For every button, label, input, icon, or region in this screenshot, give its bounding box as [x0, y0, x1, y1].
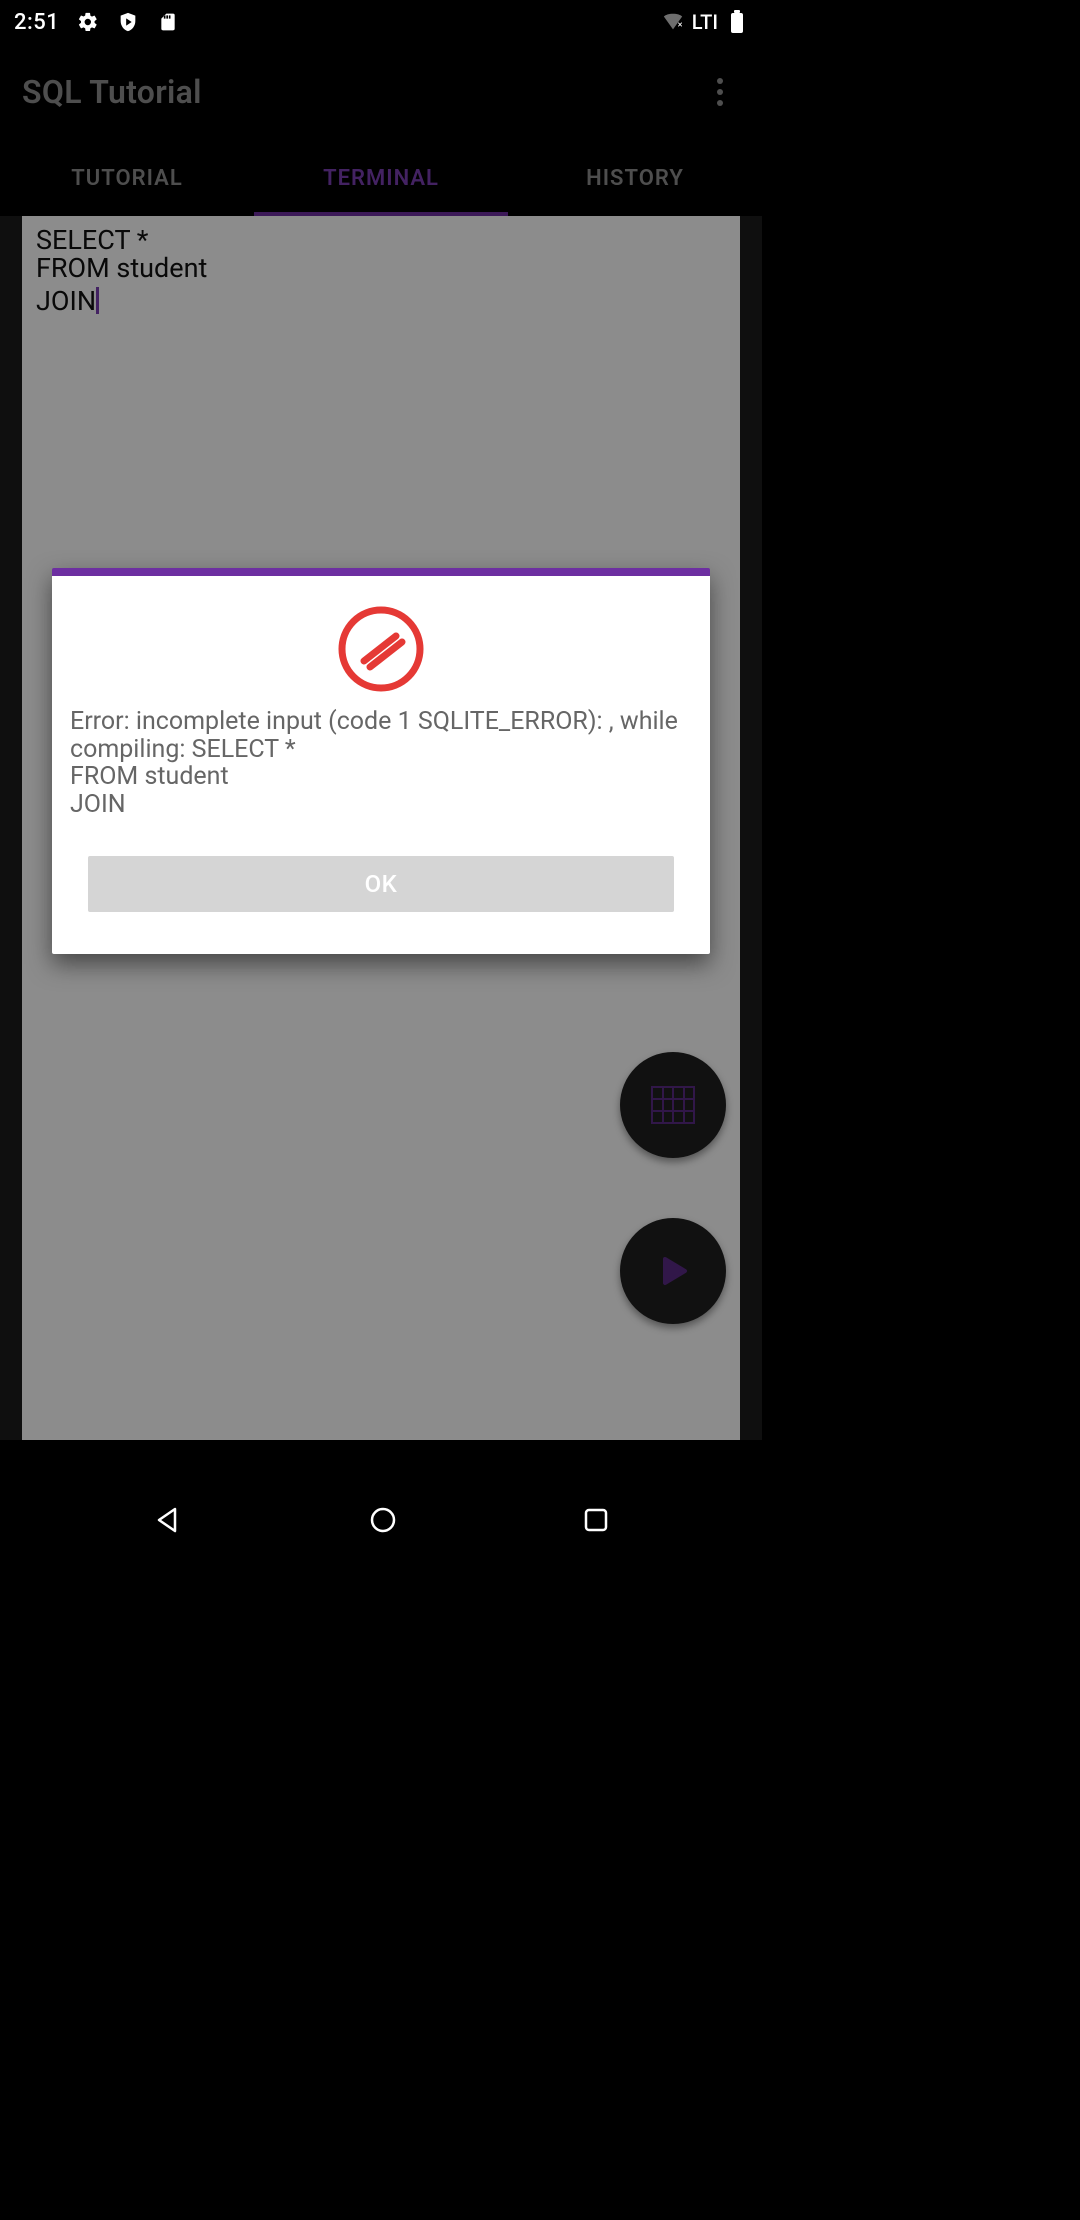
svg-text:×: ×	[677, 21, 682, 31]
ok-button[interactable]: OK	[88, 856, 674, 912]
nav-back-button[interactable]	[153, 1505, 183, 1539]
error-circle-icon	[336, 604, 426, 694]
network-label: LTI	[692, 10, 718, 34]
error-dialog: Error: incomplete input (code 1 SQLITE_E…	[52, 568, 710, 954]
dialog-message: Error: incomplete input (code 1 SQLITE_E…	[52, 708, 710, 818]
status-right-group: × LTI	[662, 10, 748, 34]
status-bar: 2:51 × LTI	[0, 0, 762, 44]
status-time: 2:51	[14, 10, 59, 35]
status-left-group: 2:51	[14, 10, 179, 35]
ok-button-label: OK	[365, 870, 398, 898]
system-nav-bar	[0, 1476, 762, 1568]
battery-full-icon	[726, 11, 748, 33]
settings-gear-icon	[77, 11, 99, 33]
nav-home-button[interactable]	[369, 1506, 397, 1538]
nav-recents-button[interactable]	[583, 1507, 609, 1537]
wifi-off-icon: ×	[662, 11, 684, 33]
dialog-icon-container	[52, 576, 710, 708]
play-protect-icon	[117, 11, 139, 33]
sd-card-icon	[157, 11, 179, 33]
